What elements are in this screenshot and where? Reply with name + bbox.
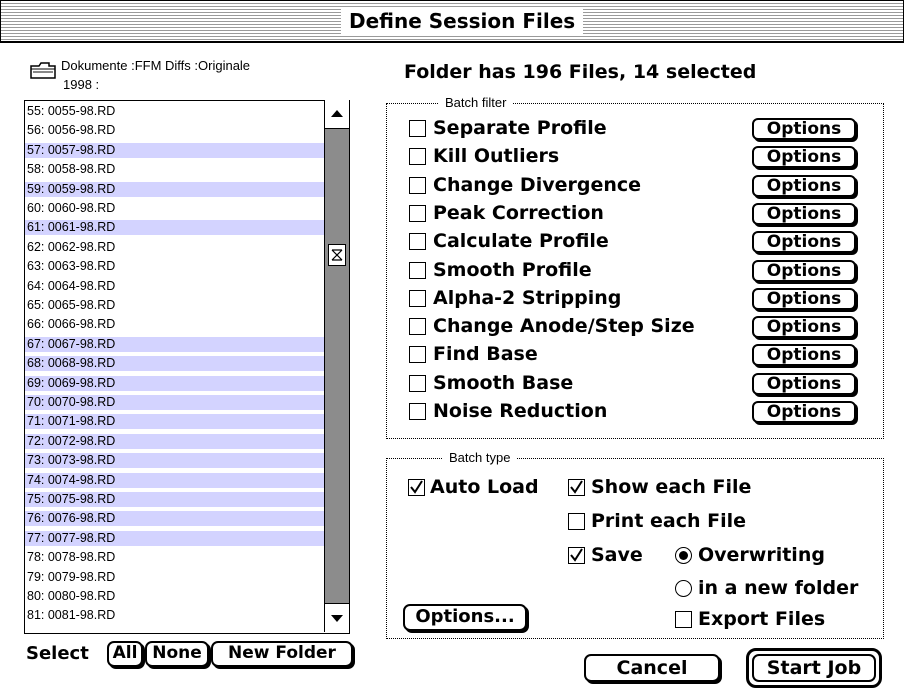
file-list-item[interactable]: 59: 0059-98.RD [25, 181, 325, 197]
file-list-item[interactable]: 66: 0066-98.RD [25, 317, 325, 332]
file-list-item[interactable]: 72: 0072-98.RD [25, 433, 325, 449]
filter-label: Smooth Profile [433, 258, 592, 281]
filter-label: Alpha-2 Stripping [433, 286, 622, 309]
scroll-down-arrow[interactable] [325, 603, 349, 632]
file-list[interactable]: 55: 0055-98.RD 56: 0056-98.RD 57: 0057-98.… [24, 100, 350, 634]
filter-options-button[interactable]: Options [752, 316, 856, 339]
filter-options-button[interactable]: Options [752, 174, 856, 197]
print-each-label: Print each File [591, 510, 747, 532]
filter-options-button[interactable]: Options [752, 287, 856, 310]
file-list-item[interactable]: 79: 0079-98.RD [25, 570, 325, 585]
file-list-item[interactable]: 58: 0058-98.RD [25, 162, 325, 177]
file-list-item[interactable]: 64: 0064-98.RD [25, 279, 325, 294]
file-list-item[interactable]: 56: 0056-98.RD [25, 123, 325, 138]
filter-checkbox[interactable] [409, 233, 426, 251]
filter-checkbox[interactable] [409, 289, 426, 307]
new-folder-label: in a new folder [698, 577, 859, 599]
filter-checkbox[interactable] [409, 176, 426, 194]
file-list-item[interactable]: 78: 0078-98.RD [25, 550, 325, 565]
new-folder-radio[interactable] [675, 580, 692, 597]
filter-checkbox[interactable] [409, 374, 426, 392]
filter-checkbox[interactable] [409, 148, 426, 166]
folder-status-text: Folder has 196 Files, 14 selected [404, 61, 757, 83]
overwriting-radio[interactable] [675, 547, 692, 564]
filter-label: Smooth Base [433, 371, 574, 394]
batch-type-title: Batch type [443, 450, 517, 465]
filter-label: Separate Profile [433, 117, 607, 139]
show-each-label: Show each File [591, 476, 752, 498]
filter-checkbox[interactable] [409, 204, 426, 222]
filter-label: Find Base [433, 343, 538, 366]
show-each-checkbox[interactable] [568, 479, 585, 496]
filter-label: Noise Reduction [433, 400, 608, 422]
filter-label: Peak Correction [433, 201, 604, 224]
file-list-item[interactable]: 57: 0057-98.RD [25, 142, 325, 158]
start-job-button[interactable]: Start Job [752, 654, 876, 682]
filter-options-button[interactable]: Options [752, 202, 856, 225]
filter-checkbox[interactable] [409, 318, 426, 336]
folder-icon [29, 58, 57, 80]
save-label: Save [591, 544, 643, 566]
filter-checkbox[interactable] [409, 261, 426, 279]
title-bar[interactable]: Define Session Files [0, 0, 904, 43]
file-list-item[interactable]: 60: 0060-98.RD [25, 201, 325, 216]
print-each-checkbox[interactable] [568, 513, 585, 530]
cancel-button[interactable]: Cancel [584, 654, 720, 682]
scroll-thumb[interactable] [328, 244, 346, 266]
scroll-up-arrow[interactable] [325, 100, 349, 129]
file-list-item[interactable]: 77: 0077-98.RD [25, 530, 325, 546]
file-list-item[interactable]: 81: 0081-98.RD [25, 608, 325, 623]
file-list-item[interactable]: 80: 0080-98.RD [25, 589, 325, 604]
filter-label: Change Divergence [433, 173, 642, 196]
path-line2: 1998 : [63, 77, 100, 92]
batch-filter-title: Batch filter [439, 95, 513, 110]
filter-checkbox[interactable] [409, 346, 426, 364]
filter-options-button[interactable]: Options [752, 259, 856, 282]
file-list-item[interactable]: 74: 0074-98.RD [25, 472, 325, 488]
file-list-item[interactable]: 69: 0069-98.RD [25, 375, 325, 391]
filter-checkbox[interactable] [409, 120, 426, 137]
filter-label: Kill Outliers [433, 145, 560, 168]
path-line1: Dokumente :FFM Diffs :Originale [61, 58, 251, 73]
filter-options-button[interactable]: Options [752, 344, 856, 367]
batch-options-button[interactable]: Options... [403, 604, 527, 631]
filter-options-button[interactable]: Options [752, 146, 856, 169]
file-list-item[interactable]: 71: 0071-98.RD [25, 414, 325, 430]
file-list-scrollbar[interactable] [324, 100, 349, 632]
file-list-item[interactable]: 73: 0073-98.RD [25, 453, 325, 469]
file-list-item[interactable]: 67: 0067-98.RD [25, 336, 325, 352]
save-checkbox[interactable] [568, 547, 585, 564]
file-list-item[interactable]: 63: 0063-98.RD [25, 259, 325, 274]
auto-load-checkbox[interactable] [408, 479, 425, 496]
filter-label: Calculate Profile [433, 230, 609, 253]
filter-options-button[interactable]: Options [752, 118, 856, 140]
window-title: Define Session Files [341, 7, 584, 35]
export-files-label: Export Files [698, 608, 826, 630]
file-list-item[interactable]: 76: 0076-98.RD [25, 511, 325, 527]
filter-checkbox[interactable] [409, 403, 426, 420]
filter-label: Change Anode/Step Size [433, 315, 695, 338]
file-list-item[interactable]: 68: 0068-98.RD [25, 356, 325, 372]
filter-options-button[interactable]: Options [752, 372, 856, 395]
file-list-item[interactable]: 75: 0075-98.RD [25, 492, 325, 507]
filter-options-button[interactable]: Options [752, 231, 856, 254]
select-none-button[interactable]: None [145, 641, 209, 667]
file-list-item[interactable]: 65: 0065-98.RD [25, 298, 325, 313]
filter-options-button[interactable]: Options [752, 401, 856, 423]
file-list-item[interactable]: 55: 0055-98.RD [25, 104, 325, 119]
new-folder-button[interactable]: New Folder [211, 641, 353, 667]
select-all-button[interactable]: All [107, 641, 143, 667]
file-list-item[interactable]: 70: 0070-98.RD [25, 395, 325, 410]
auto-load-label: Auto Load [430, 476, 539, 498]
file-list-item[interactable]: 61: 0061-98.RD [25, 220, 325, 236]
file-list-item[interactable]: 62: 0062-98.RD [25, 240, 325, 255]
overwriting-label: Overwriting [698, 544, 825, 566]
select-label: Select [26, 643, 89, 664]
export-files-checkbox[interactable] [675, 611, 692, 628]
